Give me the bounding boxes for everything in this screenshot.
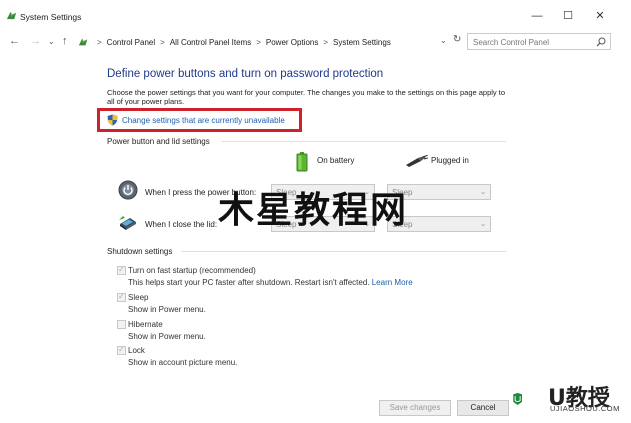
page-description: Choose the power settings that you want … bbox=[107, 88, 506, 105]
section-divider bbox=[221, 141, 506, 142]
section-divider bbox=[181, 251, 506, 252]
fast-startup-label: Turn on fast startup (recommended) bbox=[128, 266, 256, 275]
forward-button[interactable]: → bbox=[30, 34, 41, 48]
chevron-down-icon: ⌄ bbox=[480, 189, 486, 196]
lock-checkbox[interactable] bbox=[117, 345, 126, 355]
fast-startup-checkbox[interactable] bbox=[117, 265, 126, 275]
save-changes-button[interactable]: Save changes bbox=[379, 400, 451, 416]
sleep-checkbox[interactable] bbox=[117, 292, 126, 302]
breadcrumb-control-panel[interactable]: Control Panel bbox=[107, 38, 155, 47]
fast-startup-desc: This helps start your PC faster after sh… bbox=[128, 278, 413, 287]
minimize-button[interactable]: — bbox=[522, 6, 552, 26]
breadcrumb-separator: > bbox=[323, 37, 329, 47]
title-bar: System Settings — ☐ ✕ bbox=[0, 0, 631, 30]
address-dropdown-icon[interactable]: ⌄ bbox=[440, 36, 447, 45]
change-settings-link[interactable]: Change settings that are currently unava… bbox=[122, 116, 285, 125]
cancel-button[interactable]: Cancel bbox=[457, 400, 509, 416]
search-box[interactable] bbox=[467, 33, 611, 50]
logo-url: UJIAOSHOU.COM bbox=[550, 404, 620, 413]
close-button[interactable]: ✕ bbox=[585, 6, 615, 26]
power-button-icon bbox=[118, 180, 138, 200]
breadcrumb-separator: > bbox=[97, 37, 102, 47]
control-panel-icon bbox=[6, 11, 17, 20]
breadcrumb-separator: > bbox=[160, 37, 165, 47]
site-logo-icon bbox=[513, 393, 523, 405]
plug-icon bbox=[406, 155, 428, 167]
control-panel-icon bbox=[78, 38, 88, 46]
battery-icon bbox=[296, 152, 308, 172]
up-button[interactable]: ↑ bbox=[62, 34, 68, 48]
refresh-button[interactable]: ↻ bbox=[453, 34, 461, 45]
lock-label: Lock bbox=[128, 346, 145, 355]
hibernate-label: Hibernate bbox=[128, 320, 163, 329]
breadcrumb-system-settings[interactable]: System Settings bbox=[333, 38, 391, 47]
back-button[interactable]: ← bbox=[9, 34, 20, 48]
watermark-text: 木星教程网 bbox=[218, 190, 409, 231]
hibernate-checkbox[interactable] bbox=[117, 320, 126, 329]
uac-shield-icon bbox=[107, 114, 118, 126]
recent-locations-button[interactable]: ⌄ bbox=[48, 35, 55, 49]
page-title: Define power buttons and turn on passwor… bbox=[107, 68, 384, 80]
power-section-header: Power button and lid settings bbox=[107, 137, 210, 146]
sleep-desc: Show in Power menu. bbox=[128, 305, 206, 314]
breadcrumb-separator: > bbox=[256, 37, 261, 47]
breadcrumb: > Control Panel > All Control Panel Item… bbox=[78, 34, 463, 50]
breadcrumb-power-options[interactable]: Power Options bbox=[266, 38, 318, 47]
window-title: System Settings bbox=[20, 12, 82, 22]
sleep-label: Sleep bbox=[128, 293, 149, 302]
search-icon[interactable] bbox=[596, 37, 606, 47]
laptop-lid-icon bbox=[119, 216, 136, 230]
breadcrumb-all-items[interactable]: All Control Panel Items bbox=[170, 38, 251, 47]
learn-more-link[interactable]: Learn More bbox=[372, 278, 413, 287]
on-battery-header: On battery bbox=[317, 156, 355, 165]
maximize-button[interactable]: ☐ bbox=[553, 6, 583, 26]
chevron-down-icon: ⌄ bbox=[480, 221, 486, 228]
hibernate-desc: Show in Power menu. bbox=[128, 332, 206, 341]
lid-close-label: When I close the lid: bbox=[145, 220, 218, 229]
fast-startup-desc-text: This helps start your PC faster after sh… bbox=[128, 278, 370, 287]
address-bar: ← → ⌄ ↑ > Control Panel > All Control Pa… bbox=[0, 30, 631, 52]
shutdown-section-header: Shutdown settings bbox=[107, 247, 173, 256]
plugged-in-header: Plugged in bbox=[431, 156, 469, 165]
search-input[interactable] bbox=[473, 36, 591, 48]
lock-desc: Show in account picture menu. bbox=[128, 358, 238, 367]
